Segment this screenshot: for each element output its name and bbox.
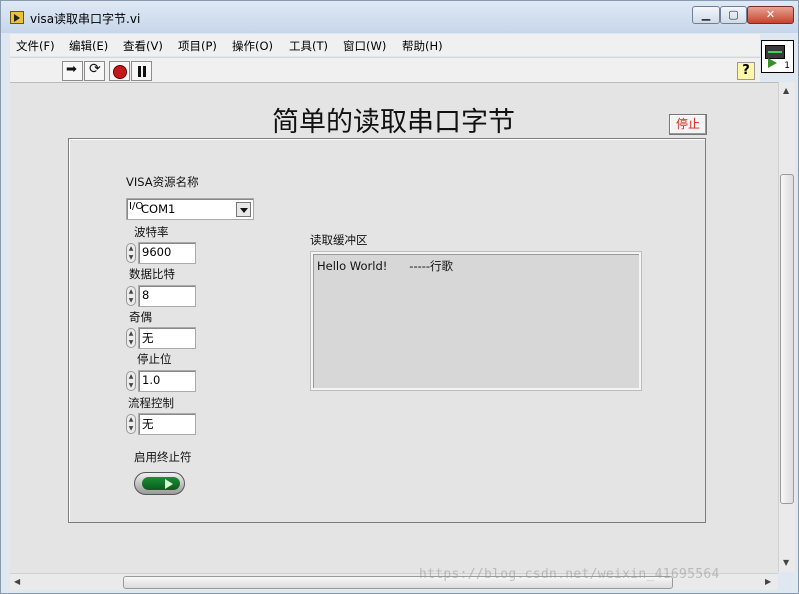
flow-control-field[interactable]: 无 [138,413,196,435]
menu-window[interactable]: 窗口(W) [343,38,386,54]
menu-bar: 文件(F) 编辑(E) 查看(V) 项目(P) 操作(O) 工具(T) 窗口(W… [10,34,760,56]
scroll-down-icon[interactable]: ▼ [783,558,789,567]
read-buffer-text: Hello World! -----行歌 [317,259,454,273]
labview-window: visa读取串口字节.vi ▁ ▢ ✕ 文件(F) 编辑(E) 查看(V) 项目… [0,0,799,594]
abort-execution-button[interactable] [109,61,130,81]
front-panel: 简单的读取串口字节 停止 VISA资源名称 I/O COM1 波特率 ▲ ▼ 96… [10,82,778,572]
maximize-button[interactable]: ▢ [720,6,747,24]
baud-rate-label: 波特率 [134,225,169,239]
menu-edit[interactable]: 编辑(E) [69,38,108,54]
chevron-down-icon[interactable] [236,202,251,217]
toolbar: ? [10,57,760,82]
minimize-button[interactable]: ▁ [692,6,720,24]
parity-stepper-icon[interactable]: ▲ ▼ [126,328,136,348]
close-button[interactable]: ✕ [747,6,794,24]
vertical-scroll-thumb[interactable] [780,174,794,504]
stop-button[interactable]: 停止 [669,114,707,135]
labview-app-icon [10,11,24,24]
menu-tools[interactable]: 工具(T) [289,38,328,54]
vertical-scrollbar[interactable]: ▲ ▼ [778,82,795,572]
parity-label: 奇偶 [129,310,152,324]
vi-icon-arrow [768,58,777,68]
watermark: https://blog.csdn.net/weixin_41695564 [419,567,720,582]
stop-bits-label: 停止位 [137,352,172,366]
run-button[interactable] [62,61,83,81]
parity-field[interactable]: 无 [138,327,196,349]
scroll-right-icon[interactable]: ▶ [765,577,771,586]
data-bits-label: 数据比特 [129,267,175,281]
stop-bits-field[interactable]: 1.0 [138,370,196,392]
read-buffer-indicator[interactable]: Hello World! -----行歌 [311,252,641,390]
vi-icon[interactable]: 1 [761,40,794,73]
menu-project[interactable]: 项目(P) [178,38,217,54]
run-continuously-button[interactable] [84,61,105,81]
visa-resource-label: VISA资源名称 [126,175,199,189]
vi-icon-number: 1 [784,61,790,71]
scroll-left-icon[interactable]: ◀ [14,577,20,586]
visa-resource-value: COM1 [141,202,176,216]
menu-view[interactable]: 查看(V) [123,38,163,54]
enable-terminator-label: 启用终止符 [134,450,192,464]
vi-icon-screen [765,45,785,59]
menu-file[interactable]: 文件(F) [16,38,55,54]
enable-terminator-switch[interactable] [134,472,185,495]
visa-resource-control[interactable]: I/O COM1 [126,198,254,220]
scroll-up-icon[interactable]: ▲ [783,86,789,95]
baud-rate-stepper-icon[interactable]: ▲ ▼ [126,243,136,263]
data-bits-stepper-icon[interactable]: ▲ ▼ [126,286,136,306]
window-title: visa读取串口字节.vi [30,12,141,26]
title-bar[interactable]: visa读取串口字节.vi ▁ ▢ ✕ [1,1,798,33]
data-bits-field[interactable]: 8 [138,285,196,307]
panel-title: 简单的读取串口字节 [272,107,515,138]
menu-help[interactable]: 帮助(H) [402,38,443,54]
menu-operate[interactable]: 操作(O) [232,38,273,54]
baud-rate-field[interactable]: 9600 [138,242,196,264]
flow-control-stepper-icon[interactable]: ▲ ▼ [126,414,136,434]
stop-bits-stepper-icon[interactable]: ▲ ▼ [126,371,136,391]
pause-button[interactable] [131,61,152,81]
context-help-button[interactable]: ? [737,62,755,80]
read-buffer-label: 读取缓冲区 [310,233,368,247]
flow-control-label: 流程控制 [128,396,174,410]
